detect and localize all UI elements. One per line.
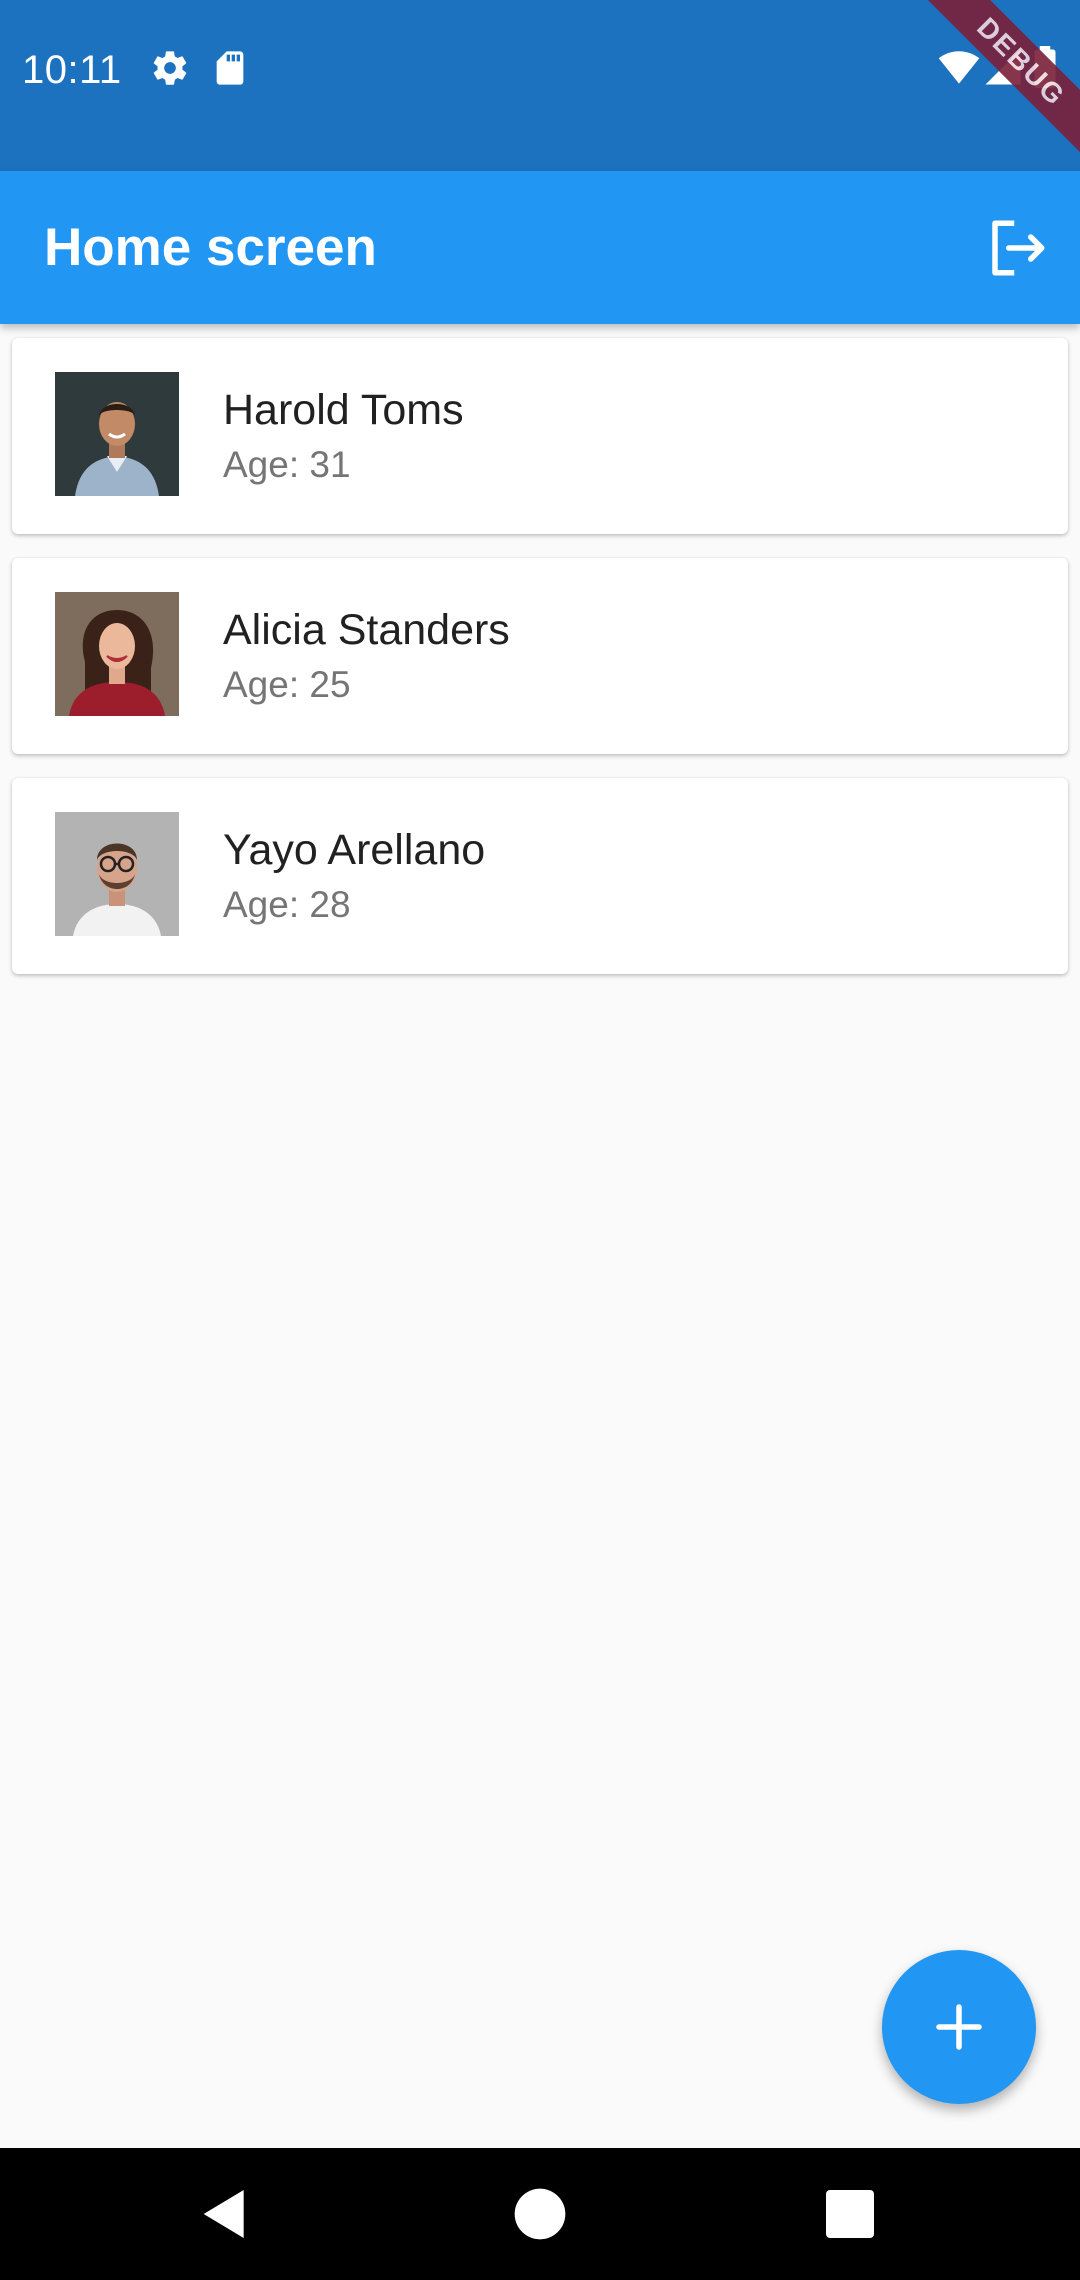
nav-recents-button[interactable] — [818, 2182, 882, 2246]
add-person-button[interactable] — [882, 1950, 1036, 2104]
list-item[interactable]: Yayo Arellano Age: 28 — [12, 778, 1068, 974]
status-bar: 10:11 DEBUG — [0, 0, 1080, 174]
recents-icon — [826, 2190, 874, 2238]
home-icon — [514, 2188, 566, 2240]
sd-card-icon — [210, 48, 250, 88]
avatar — [55, 812, 179, 936]
person-age: Age: 25 — [223, 664, 351, 705]
plus-icon — [936, 2004, 982, 2050]
gear-icon — [150, 48, 190, 88]
person-name: Harold Toms — [223, 386, 464, 434]
home-screen: 10:11 DEBUG Home screen Harold Toms Age:… — [0, 0, 1080, 2280]
status-time: 10:11 — [22, 48, 122, 92]
avatar — [55, 372, 179, 496]
person-name: Yayo Arellano — [223, 826, 486, 874]
person-age: Age: 28 — [223, 884, 351, 925]
system-nav-bar — [0, 2148, 1080, 2280]
person-age: Age: 31 — [223, 444, 351, 485]
logout-icon — [992, 220, 1045, 276]
nav-home-button[interactable] — [508, 2182, 572, 2246]
list-item[interactable]: Harold Toms Age: 31 — [12, 338, 1068, 534]
app-bar: Home screen — [0, 171, 1080, 324]
page-title: Home screen — [44, 218, 377, 277]
person-name: Alicia Standers — [223, 606, 510, 654]
logout-button[interactable] — [984, 215, 1050, 281]
avatar — [55, 592, 179, 716]
nav-back-button[interactable] — [193, 2182, 257, 2246]
back-icon — [203, 2190, 244, 2238]
wifi-icon — [938, 46, 980, 88]
list-item[interactable]: Alicia Standers Age: 25 — [12, 558, 1068, 754]
